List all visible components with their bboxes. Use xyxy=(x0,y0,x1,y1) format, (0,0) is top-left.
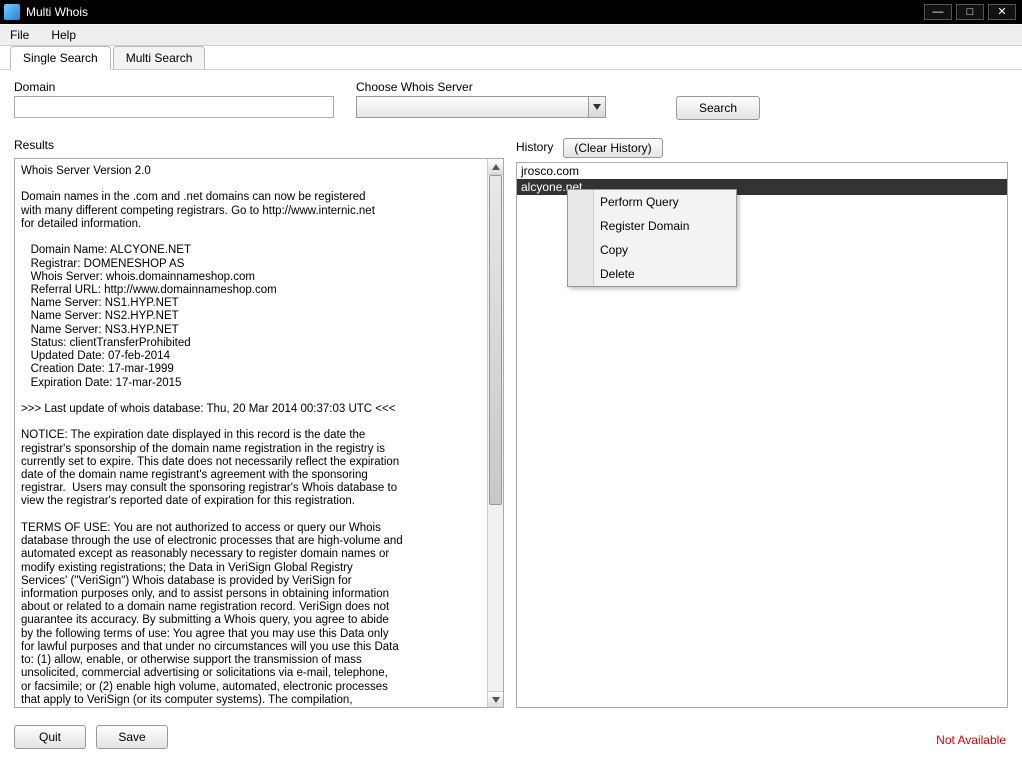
chevron-down-icon[interactable] xyxy=(588,96,606,118)
domain-label: Domain xyxy=(14,80,334,94)
titlebar: Multi Whois — □ ✕ xyxy=(0,0,1022,24)
results-text: Whois Server Version 2.0 Domain names in… xyxy=(15,159,487,707)
window-title: Multi Whois xyxy=(26,5,924,19)
server-combo[interactable] xyxy=(356,96,606,118)
menu-register-domain[interactable]: Register Domain xyxy=(568,214,736,238)
results-label: Results xyxy=(14,138,504,152)
history-label: History xyxy=(516,140,553,154)
window-controls: — □ ✕ xyxy=(924,4,1016,20)
search-row: Domain Choose Whois Server Search xyxy=(14,80,1008,120)
close-button[interactable]: ✕ xyxy=(988,4,1016,20)
quit-button[interactable]: Quit xyxy=(14,725,86,749)
content-area: Domain Choose Whois Server Search Result… xyxy=(0,70,1022,765)
server-label: Choose Whois Server xyxy=(356,80,606,94)
menu-copy[interactable]: Copy xyxy=(568,238,736,262)
tabstrip: Single Search Multi Search xyxy=(0,46,1022,70)
results-area: Results Whois Server Version 2.0 Domain … xyxy=(14,138,1008,708)
domain-input[interactable] xyxy=(14,96,334,118)
context-menu: Perform Query Register Domain Copy Delet… xyxy=(567,189,737,287)
scroll-down-icon[interactable] xyxy=(488,691,503,707)
results-textarea[interactable]: Whois Server Version 2.0 Domain names in… xyxy=(14,158,504,708)
history-panel: History (Clear History) jrosco.com alcyo… xyxy=(516,138,1008,708)
scroll-up-icon[interactable] xyxy=(488,159,503,175)
history-list[interactable]: jrosco.com alcyone.net Perform Query Reg… xyxy=(516,162,1008,708)
menubar: File Help xyxy=(0,24,1022,46)
results-panel: Results Whois Server Version 2.0 Domain … xyxy=(14,138,504,708)
menu-perform-query[interactable]: Perform Query xyxy=(568,190,736,214)
tab-multi-search[interactable]: Multi Search xyxy=(113,46,206,69)
minimize-button[interactable]: — xyxy=(924,4,952,20)
tab-single-search[interactable]: Single Search xyxy=(10,46,111,70)
save-button[interactable]: Save xyxy=(96,725,168,749)
status-text: Not Available xyxy=(936,733,1006,747)
app-window: Multi Whois — □ ✕ File Help Single Searc… xyxy=(0,0,1022,765)
results-scrollbar[interactable] xyxy=(487,159,503,707)
clear-history-button[interactable]: (Clear History) xyxy=(563,138,662,158)
server-combo-value xyxy=(356,96,588,118)
app-icon xyxy=(4,4,20,20)
list-item[interactable]: jrosco.com xyxy=(517,163,1007,179)
menu-help[interactable]: Help xyxy=(47,26,80,44)
menu-delete[interactable]: Delete xyxy=(568,262,736,286)
footer-buttons: Quit Save xyxy=(14,725,168,749)
search-button[interactable]: Search xyxy=(676,96,760,120)
scroll-track[interactable] xyxy=(488,175,503,691)
maximize-button[interactable]: □ xyxy=(956,4,984,20)
menu-file[interactable]: File xyxy=(6,26,33,44)
scroll-thumb[interactable] xyxy=(489,175,502,505)
